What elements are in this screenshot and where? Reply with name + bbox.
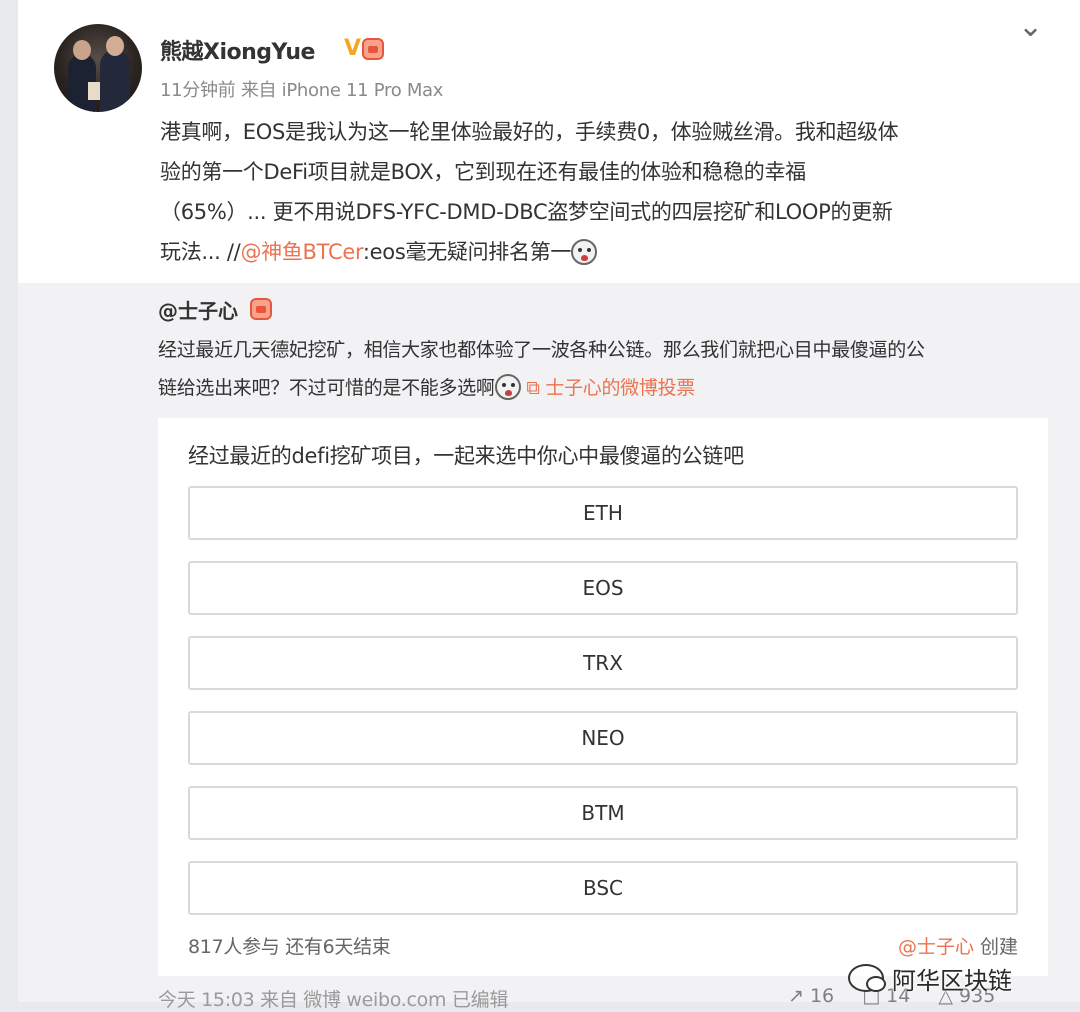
reposted-content: @士子心 经过最近几天德妃挖矿，相信大家也都体验了一波各种公链。那么我们就把心目… [18,283,1080,1011]
poll-option-bsc[interactable]: BSC [188,861,1018,915]
post-username[interactable]: 熊越XiongYue [160,34,315,66]
poll-creator-link[interactable]: @士子心 [898,936,974,958]
poll-option-eos[interactable]: EOS [188,561,1018,615]
chevron-down-icon[interactable]: ⌄ [1018,12,1043,42]
repost-text: 经过最近几天德妃挖矿，相信大家也都体验了一波各种公链。那么我们就把心目中最傻逼的… [158,331,1058,407]
post-text-line: 验的第一个DeFi项目就是BOX，它到现在还有最佳的体验和稳稳的幸福 [160,160,806,184]
mention-link[interactable]: @神鱼BTCer [240,240,363,264]
post-meta: 11分钟前 来自 iPhone 11 Pro Max [160,80,444,101]
repost-text-line2: 链给选出来吧？不过可惜的是不能多选啊 [158,377,495,399]
post-text-prefix: 玩法... // [160,240,241,264]
poll-creator: @士子心 创建 [898,932,1018,959]
watermark-text: 阿华区块链 [892,966,1012,995]
watermark: 阿华区块链 [848,958,1012,998]
post-text-line: （65%）... 更不用说DFS-YFC-DMD-DBC盗梦空间式的四层挖矿和L… [160,200,893,224]
wechat-icon [848,964,886,992]
weibo-card: 熊越XiongYue V ⌄ 11分钟前 来自 iPhone 11 Pro Ma… [18,0,1080,1011]
share-count[interactable]: ↗ 16 [788,985,834,1007]
post-text: 港真啊，EOS是我认为这一轮里体验最好的，手续费0，体验贼丝滑。我和超级体 验的… [160,112,1060,272]
poll-creator-suffix: 创建 [973,936,1018,958]
poll-option-btm[interactable]: BTM [188,786,1018,840]
user-avatar[interactable] [54,24,142,112]
member-badge-icon [250,298,272,320]
verified-icon: V [344,36,362,61]
poll-options: ETH EOS TRX NEO BTM BSC [188,486,1018,936]
poll-card: 经过最近的defi挖矿项目，一起来选中你心中最傻逼的公链吧 ETH EOS TR… [158,418,1048,976]
post-text-line: 港真啊，EOS是我认为这一轮里体验最好的，手续费0，体验贼丝滑。我和超级体 [160,120,899,144]
post-text-suffix: :eos毫无疑问排名第一 [362,240,572,264]
sweat-emoji-icon [571,239,598,265]
post-text-line: 玩法... //@神鱼BTCer:eos毫无疑问排名第一 [160,232,1060,272]
original-post: 熊越XiongYue V ⌄ 11分钟前 来自 iPhone 11 Pro Ma… [18,0,1080,283]
poll-participants: 817人参与 还有6天结束 [188,936,391,958]
repost-text-line: 经过最近几天德妃挖矿，相信大家也都体验了一波各种公链。那么我们就把心目中最傻逼的… [158,339,925,361]
repost-text-line: 链给选出来吧？不过可惜的是不能多选啊 ⧉ 士子心的微博投票 [158,369,1058,407]
repost-meta: 今天 15:03 来自 微博 weibo.com 已编辑 [158,989,509,1011]
repost-username[interactable]: @士子心 [158,295,238,324]
vote-link[interactable]: ⧉ 士子心的微博投票 [526,377,695,399]
poll-option-eth[interactable]: ETH [188,486,1018,540]
poll-title: 经过最近的defi挖矿项目，一起来选中你心中最傻逼的公链吧 [188,444,744,468]
poll-option-trx[interactable]: TRX [188,636,1018,690]
sweat-emoji-icon [494,374,521,400]
member-badge-icon [362,38,384,60]
poll-option-neo[interactable]: NEO [188,711,1018,765]
